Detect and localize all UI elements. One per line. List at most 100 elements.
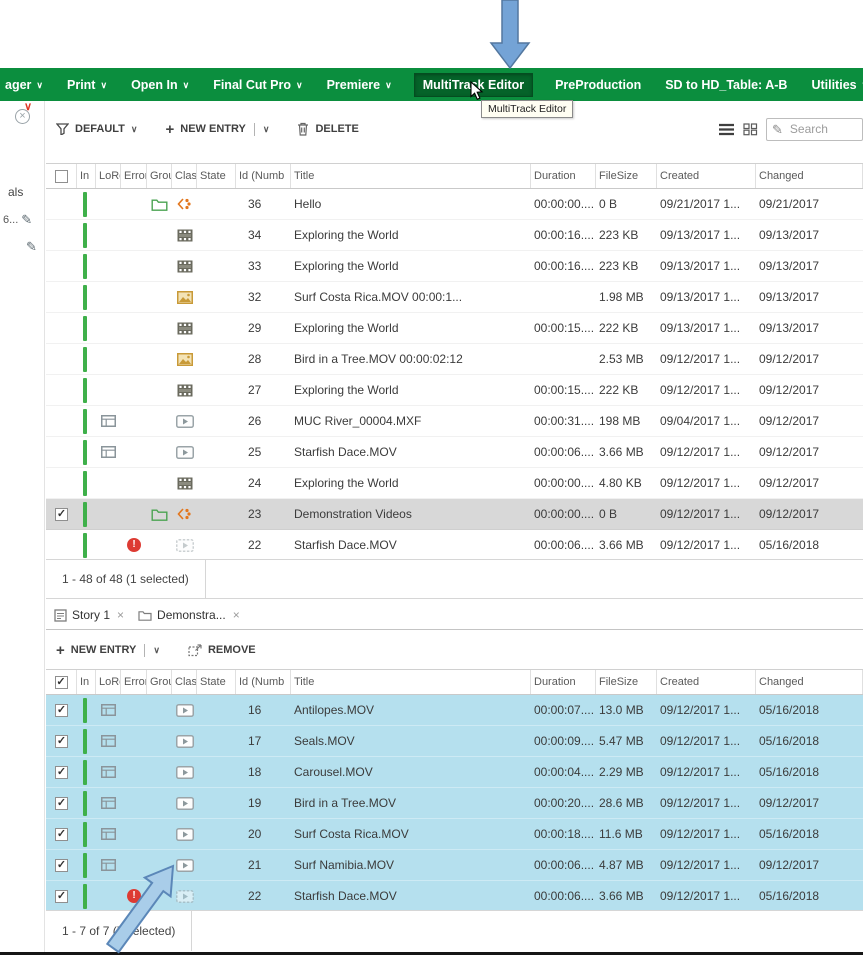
column-header-class[interactable]: Clas xyxy=(172,670,197,694)
default-filter-button[interactable]: DEFAULT xyxy=(56,123,138,135)
column-header-id[interactable]: Id (Numb xyxy=(236,164,291,188)
row-checkbox[interactable] xyxy=(55,828,68,841)
column-header-title[interactable]: Title xyxy=(291,670,531,694)
filesize-cell: 198 MB xyxy=(596,406,657,436)
menu-item-final-cut-pro[interactable]: Final Cut Pro xyxy=(211,73,304,97)
split-button-divider xyxy=(144,644,145,657)
annotation-arrow-down xyxy=(486,0,534,69)
table-row[interactable]: 16 Antilopes.MOV 00:00:07.... 13.0 MB 09… xyxy=(46,695,863,726)
sidebar-item-truncated[interactable]: 6... xyxy=(0,213,45,226)
state-cell xyxy=(197,726,236,756)
column-header-in[interactable]: In xyxy=(77,670,96,694)
id-cell: 16 xyxy=(236,695,291,725)
table-row[interactable]: 33 Exploring the World 00:00:16.... 223 … xyxy=(46,251,863,282)
chevron-down-icon[interactable] xyxy=(263,124,270,135)
table-row[interactable]: 29 Exploring the World 00:00:15.... 222 … xyxy=(46,313,863,344)
menu-item-ager[interactable]: ager xyxy=(3,73,45,97)
search-input[interactable] xyxy=(788,121,854,137)
menu-item-open-in[interactable]: Open In xyxy=(129,73,191,97)
column-header-changed[interactable]: Changed xyxy=(756,670,863,694)
column-header-changed[interactable]: Changed xyxy=(756,164,863,188)
state-cell xyxy=(197,220,236,250)
grid-view-icon[interactable] xyxy=(743,123,758,136)
menu-item-preproduction[interactable]: PreProduction xyxy=(553,73,643,97)
table-row[interactable]: 36 Hello 00:00:00.... 0 B 09/21/2017 1..… xyxy=(46,189,863,220)
filesize-cell: 4.80 KB xyxy=(596,468,657,498)
row-checkbox[interactable] xyxy=(55,735,68,748)
table-row[interactable]: 24 Exploring the World 00:00:00.... 4.80… xyxy=(46,468,863,499)
video-clip-icon xyxy=(176,415,194,428)
column-header-state[interactable]: State xyxy=(197,164,236,188)
ingest-state-bar xyxy=(83,285,87,310)
tab-demonstration[interactable]: Demonstra... xyxy=(138,608,240,622)
new-entry-button[interactable]: NEW ENTRY xyxy=(166,122,270,137)
column-header-in[interactable]: In xyxy=(77,164,96,188)
table-row[interactable]: 23 Demonstration Videos 00:00:00.... 0 B… xyxy=(46,499,863,530)
select-all-checkbox[interactable] xyxy=(55,676,68,689)
row-checkbox[interactable] xyxy=(55,859,68,872)
column-header-title[interactable]: Title xyxy=(291,164,531,188)
title-cell: Antilopes.MOV xyxy=(291,695,531,725)
table-row[interactable]: 18 Carousel.MOV 00:00:04.... 2.29 MB 09/… xyxy=(46,757,863,788)
table-row[interactable]: 26 MUC River_00004.MXF 00:00:31.... 198 … xyxy=(46,406,863,437)
table-row[interactable]: 20 Surf Costa Rica.MOV 00:00:18.... 11.6… xyxy=(46,819,863,850)
column-header-created[interactable]: Created xyxy=(657,164,756,188)
column-header-lores[interactable]: LoRe xyxy=(96,670,121,694)
menu-item-sd-to-hd-table-a-b[interactable]: SD to HD_Table: A-B xyxy=(663,73,789,97)
menu-item-utilities[interactable]: Utilities xyxy=(809,73,863,97)
column-header-duration[interactable]: Duration xyxy=(531,670,596,694)
filmstrip-icon xyxy=(177,477,193,490)
list-view-icon[interactable] xyxy=(718,123,735,136)
edit-pencil-icon[interactable] xyxy=(21,213,32,226)
remove-button[interactable]: REMOVE xyxy=(188,644,256,657)
filter-funnel-icon xyxy=(56,123,69,135)
edit-pencil-icon[interactable] xyxy=(26,240,37,253)
search-box[interactable] xyxy=(766,118,863,141)
row-checkbox[interactable] xyxy=(55,890,68,903)
title-cell: Exploring the World xyxy=(291,220,531,250)
row-checkbox[interactable] xyxy=(55,766,68,779)
table-row[interactable]: 22 Starfish Dace.MOV 00:00:06.... 3.66 M… xyxy=(46,530,863,561)
table-row[interactable]: 17 Seals.MOV 00:00:09.... 5.47 MB 09/12/… xyxy=(46,726,863,757)
ingest-state-bar xyxy=(83,729,87,754)
table-row[interactable]: 28 Bird in a Tree.MOV 00:00:02:12 2.53 M… xyxy=(46,344,863,375)
table-row[interactable]: 32 Surf Costa Rica.MOV 00:00:1... 1.98 M… xyxy=(46,282,863,313)
table-row[interactable]: 34 Exploring the World 00:00:16.... 223 … xyxy=(46,220,863,251)
select-all-checkbox[interactable] xyxy=(55,170,68,183)
menu-item-print[interactable]: Print xyxy=(65,73,109,97)
chevron-down-icon[interactable] xyxy=(153,645,160,656)
table-row[interactable]: 25 Starfish Dace.MOV 00:00:06.... 3.66 M… xyxy=(46,437,863,468)
tab-story-1[interactable]: Story 1 xyxy=(54,608,124,622)
column-header-duration[interactable]: Duration xyxy=(531,164,596,188)
sidebar-item-truncated[interactable]: als xyxy=(0,185,45,199)
close-icon[interactable] xyxy=(115,609,124,621)
created-cell: 09/13/2017 1... xyxy=(657,313,756,343)
column-header-filesize[interactable]: FileSize xyxy=(596,164,657,188)
column-header-group[interactable]: Grou xyxy=(147,164,172,188)
duration-cell: 00:00:00.... xyxy=(531,468,596,498)
sidebar-item-truncated[interactable] xyxy=(0,240,45,253)
folder-icon xyxy=(138,610,152,621)
column-header-state[interactable]: State xyxy=(197,670,236,694)
column-header-id[interactable]: Id (Numb xyxy=(236,670,291,694)
column-header-error[interactable]: Error xyxy=(121,164,147,188)
column-header-created[interactable]: Created xyxy=(657,670,756,694)
table-row[interactable]: 27 Exploring the World 00:00:15.... 222 … xyxy=(46,375,863,406)
table-header: In LoRe Error Grou Clas State Id (Numb T… xyxy=(46,163,863,189)
row-checkbox[interactable] xyxy=(55,797,68,810)
created-cell: 09/12/2017 1... xyxy=(657,437,756,467)
column-header-class[interactable]: Clas xyxy=(172,164,197,188)
new-entry-button[interactable]: NEW ENTRY xyxy=(56,643,160,658)
column-header-lores[interactable]: LoRe xyxy=(96,164,121,188)
column-header-filesize[interactable]: FileSize xyxy=(596,670,657,694)
menu-item-premiere[interactable]: Premiere xyxy=(325,73,394,97)
row-checkbox[interactable] xyxy=(55,508,68,521)
row-checkbox[interactable] xyxy=(55,704,68,717)
delete-button[interactable]: DELETE xyxy=(297,122,358,136)
close-icon[interactable] xyxy=(231,609,240,621)
view-controls xyxy=(718,118,863,141)
column-header-error[interactable]: Error xyxy=(121,670,147,694)
column-header-group[interactable]: Grou xyxy=(147,670,172,694)
duration-cell: 00:00:06.... xyxy=(531,530,596,560)
table-row[interactable]: 19 Bird in a Tree.MOV 00:00:20.... 28.6 … xyxy=(46,788,863,819)
